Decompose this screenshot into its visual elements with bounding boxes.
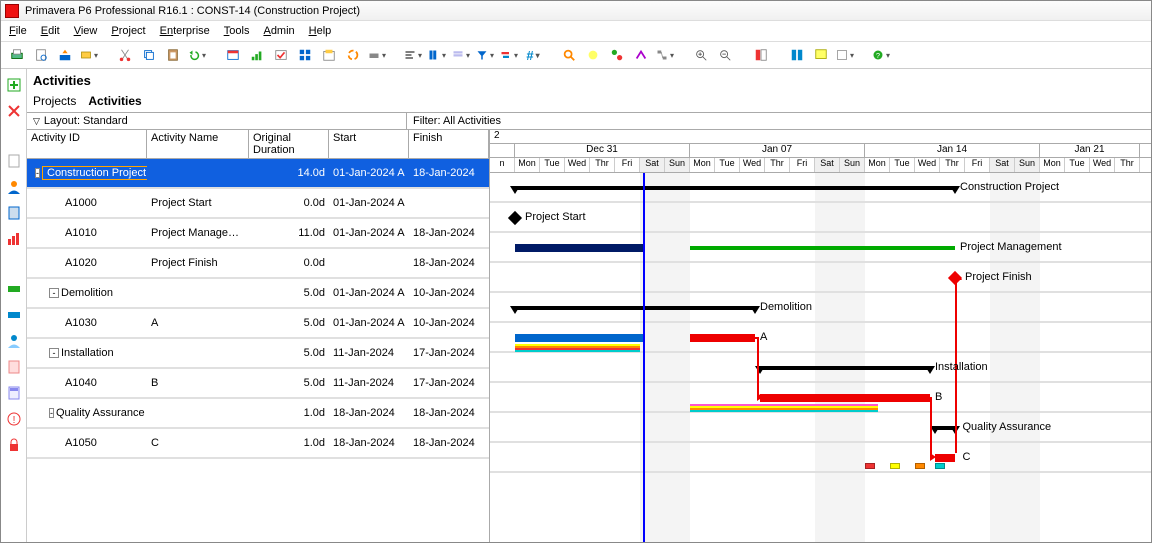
menu-enterprise[interactable]: Enterprise — [160, 25, 210, 37]
filter-label: Filter: All Activities — [407, 113, 1151, 129]
col-duration[interactable]: Original Duration — [249, 130, 329, 158]
paste-icon[interactable] — [163, 45, 183, 65]
menu-view[interactable]: View — [74, 25, 98, 37]
layout-selector[interactable]: ▽ Layout: Standard — [27, 113, 407, 129]
zoom-out-icon[interactable] — [715, 45, 735, 65]
alert-icon[interactable]: ! — [6, 411, 22, 427]
send-icon[interactable] — [79, 45, 99, 65]
columns-icon[interactable] — [427, 45, 447, 65]
trace-logic-icon[interactable] — [655, 45, 675, 65]
page-title: Activities — [27, 69, 1151, 92]
svg-text:!: ! — [12, 415, 15, 426]
calc-icon[interactable] — [6, 385, 22, 401]
green-box-icon[interactable] — [6, 281, 22, 297]
table-row[interactable]: A1000Project Start0.0d01-Jan-2024 A — [27, 189, 489, 219]
schedule-icon[interactable] — [223, 45, 243, 65]
collapse-icon[interactable]: - — [35, 168, 40, 178]
table-row[interactable]: A1010Project Management11.0d01-Jan-2024 … — [27, 219, 489, 249]
add-icon[interactable] — [6, 77, 22, 93]
recalc-icon[interactable] — [343, 45, 363, 65]
steps-icon[interactable] — [607, 45, 627, 65]
page-setup-icon[interactable] — [31, 45, 51, 65]
person-icon[interactable] — [6, 179, 22, 195]
filter-icon[interactable] — [475, 45, 495, 65]
claim-digger-icon[interactable] — [367, 45, 387, 65]
group-sort-icon[interactable] — [451, 45, 471, 65]
undo-icon[interactable] — [187, 45, 207, 65]
tab-projects[interactable]: Projects — [33, 94, 76, 108]
table-body: -Construction Project14.0d01-Jan-2024 A1… — [27, 159, 489, 542]
collapse-icon[interactable]: - — [49, 408, 54, 418]
svg-text:?: ? — [876, 51, 880, 60]
report-icon[interactable] — [6, 205, 22, 221]
gantt-chart[interactable]: Construction ProjectProject StartProject… — [490, 173, 1151, 542]
print-preview-icon[interactable] — [7, 45, 27, 65]
doc2-icon[interactable] — [6, 359, 22, 375]
bars-icon[interactable] — [499, 45, 519, 65]
level-resources-icon[interactable] — [247, 45, 267, 65]
timescale: 2 Dec 31Jan 07Jan 14Jan 21 nMonTueWedThr… — [490, 130, 1151, 173]
chart-icon[interactable] — [6, 231, 22, 247]
layout-label: Layout: Standard — [44, 115, 128, 127]
collapse-icon[interactable]: - — [49, 288, 59, 298]
details-icon[interactable] — [835, 45, 855, 65]
table-row[interactable]: -Construction Project14.0d01-Jan-2024 A1… — [27, 159, 489, 189]
lock-icon[interactable] — [6, 437, 22, 453]
tabs: Projects Activities — [27, 92, 1151, 112]
align-icon[interactable] — [403, 45, 423, 65]
table-row[interactable]: A1050C1.0d18-Jan-202418-Jan-2024 — [27, 429, 489, 459]
help-icon[interactable]: ? — [871, 45, 891, 65]
oracle-logo-icon — [5, 4, 19, 18]
apply-actuals-icon[interactable] — [271, 45, 291, 65]
person2-icon[interactable] — [6, 333, 22, 349]
table-row[interactable]: - Installation5.0d11-Jan-202417-Jan-2024 — [27, 339, 489, 369]
left-rail: ! — [1, 69, 27, 542]
spotlight-icon[interactable] — [559, 45, 579, 65]
doc-icon[interactable] — [6, 153, 22, 169]
col-activity-name[interactable]: Activity Name — [147, 130, 249, 158]
split-view-icon[interactable] — [787, 45, 807, 65]
collapse-icon[interactable]: - — [49, 348, 59, 358]
copy-icon[interactable] — [139, 45, 159, 65]
menubar: File Edit View Project Enterprise Tools … — [1, 21, 1151, 41]
blue-box-icon[interactable] — [6, 307, 22, 323]
layout-view-icon[interactable] — [751, 45, 771, 65]
progress-line-icon[interactable]: # — [523, 45, 543, 65]
publish-icon[interactable] — [55, 45, 75, 65]
col-start[interactable]: Start — [329, 130, 409, 158]
menu-help[interactable]: Help — [309, 25, 332, 37]
summarize-icon[interactable] — [295, 45, 315, 65]
menu-file[interactable]: File — [9, 25, 27, 37]
progress-spotlight-icon[interactable] — [583, 45, 603, 65]
cut-icon[interactable] — [115, 45, 135, 65]
window-title: Primavera P6 Professional R16.1 : CONST-… — [25, 5, 360, 17]
table-row[interactable]: A1030A5.0d01-Jan-2024 A10-Jan-2024 — [27, 309, 489, 339]
menu-admin[interactable]: Admin — [263, 25, 294, 37]
menu-edit[interactable]: Edit — [41, 25, 60, 37]
store-period-icon[interactable] — [319, 45, 339, 65]
table-row[interactable]: - Quality Assurance1.0d18-Jan-202418-Jan… — [27, 399, 489, 429]
bottom-layout-icon[interactable] — [811, 45, 831, 65]
table-row[interactable]: A1040B5.0d11-Jan-202417-Jan-2024 — [27, 369, 489, 399]
col-finish[interactable]: Finish — [409, 130, 489, 158]
menu-tools[interactable]: Tools — [224, 25, 250, 37]
table-row[interactable]: - Demolition5.0d01-Jan-2024 A10-Jan-2024 — [27, 279, 489, 309]
table-row[interactable]: A1020Project Finish0.0d18-Jan-2024 — [27, 249, 489, 279]
relationship-icon[interactable] — [631, 45, 651, 65]
tab-activities[interactable]: Activities — [88, 94, 141, 108]
titlebar: Primavera P6 Professional R16.1 : CONST-… — [1, 1, 1151, 21]
delete-icon[interactable] — [6, 103, 22, 119]
table-header: Activity ID Activity Name Original Durat… — [27, 130, 489, 159]
zoom-in-icon[interactable] — [691, 45, 711, 65]
menu-project[interactable]: Project — [111, 25, 145, 37]
toolbar: # ? — [1, 41, 1151, 69]
col-activity-id[interactable]: Activity ID — [27, 130, 147, 158]
